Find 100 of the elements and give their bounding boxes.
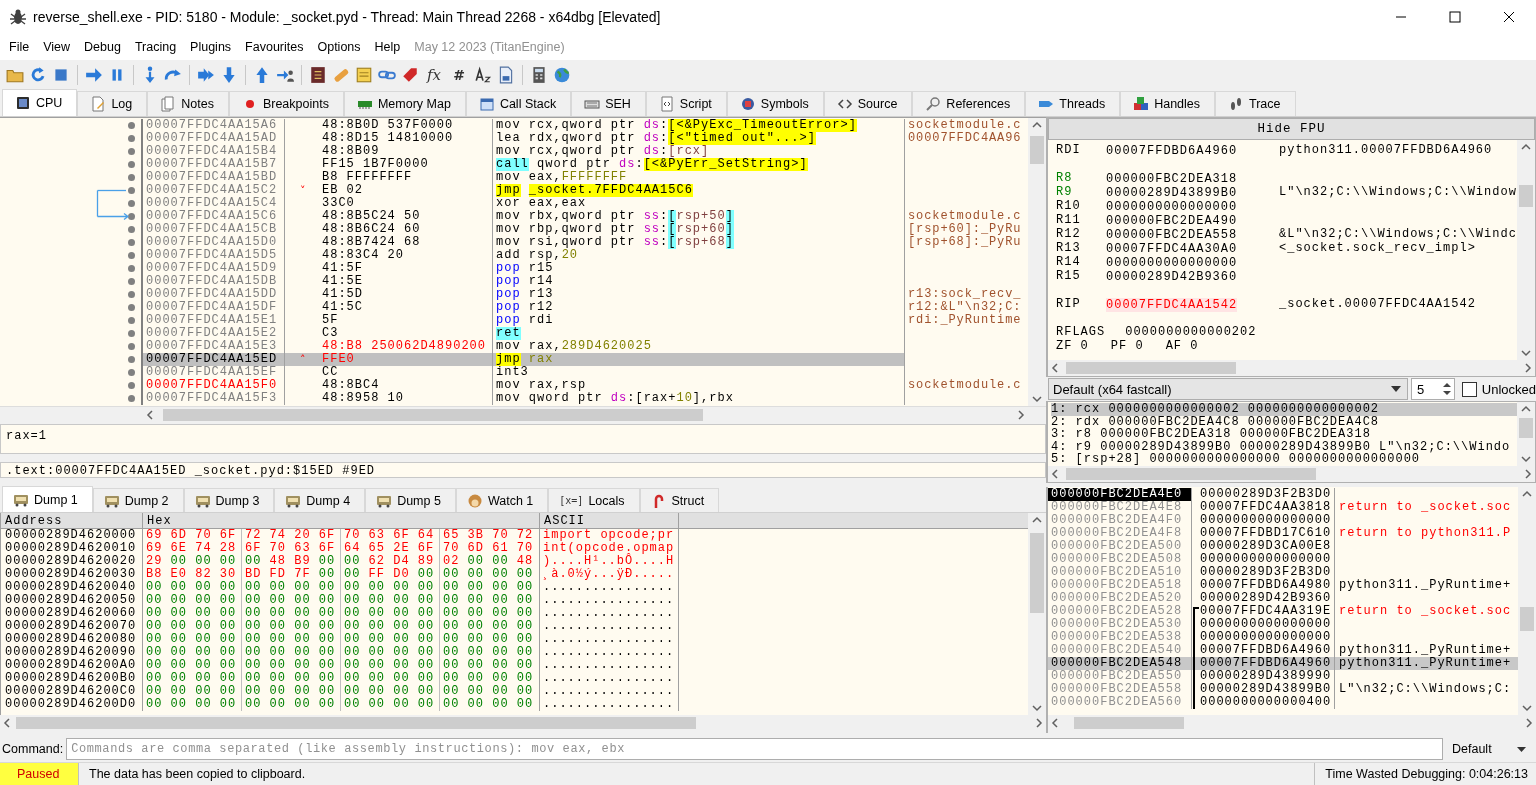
bytes-cell: 48:83C4 20 — [318, 249, 493, 262]
breakpoint-dot[interactable] — [128, 213, 135, 220]
argument-row[interactable]: 1: rcx 0000000000000002 0000000000000002 — [1051, 403, 1517, 416]
tab[interactable]: Breakpoints — [228, 91, 344, 116]
vertical-scrollbar[interactable] — [1517, 140, 1535, 360]
menu-item[interactable]: Options — [310, 40, 368, 54]
breakpoint-dot[interactable] — [128, 382, 135, 389]
tab[interactable]: SEH — [571, 91, 646, 116]
vertical-scrollbar[interactable] — [1028, 513, 1046, 715]
unlocked-checkbox[interactable] — [1461, 381, 1477, 397]
breakpoint-dot[interactable] — [128, 239, 135, 246]
scroll-thumb[interactable] — [1066, 362, 1236, 374]
breakpoint-dot[interactable] — [128, 291, 135, 298]
tab[interactable]: Handles — [1120, 91, 1216, 116]
address-cell: 000000FBC2DEA518 — [1048, 579, 1192, 592]
breakpoint-dot[interactable] — [128, 395, 135, 402]
tab[interactable]: CPU — [2, 89, 78, 116]
tab[interactable]: Dump 5 — [365, 488, 456, 512]
menu-item[interactable]: File — [2, 40, 37, 54]
breakpoint-dot[interactable] — [128, 226, 135, 233]
argument-count-field[interactable]: 5 — [1411, 378, 1455, 400]
function-tool[interactable]: fx — [424, 65, 444, 84]
tab[interactable]: Watch 1 — [455, 488, 549, 512]
address-cell: 00007FFDC4AA15B7 — [143, 158, 285, 171]
vertical-scrollbar[interactable] — [1028, 118, 1046, 406]
column-header[interactable]: ASCII — [540, 513, 679, 528]
register-name: R9 — [1056, 185, 1074, 199]
menu-item[interactable]: Help — [367, 40, 408, 54]
column-header[interactable]: Hex — [143, 513, 540, 528]
tab[interactable]: Dump 2 — [92, 488, 184, 512]
tab[interactable]: Source — [823, 91, 913, 116]
breakpoint-dot[interactable] — [128, 161, 135, 168]
breakpoint-dot[interactable] — [128, 304, 135, 311]
breakpoint-dot[interactable] — [128, 330, 135, 337]
breakpoint-dot[interactable] — [128, 252, 135, 259]
tab[interactable]: Memory Map — [343, 91, 466, 116]
scroll-thumb[interactable] — [16, 717, 696, 729]
breakpoint-dot[interactable] — [128, 135, 135, 142]
letter-size-icon[interactable] — [474, 65, 492, 84]
tab[interactable]: Log — [77, 91, 148, 116]
breakpoint-dot[interactable] — [128, 278, 135, 285]
instruction-cell: lea rdx,qword ptr ds:[<"timed out"...>] — [493, 132, 905, 145]
menu-item[interactable]: Tracing — [127, 40, 184, 54]
globe-icon[interactable] — [553, 65, 571, 84]
breakpoint-dot[interactable] — [128, 200, 135, 207]
vertical-scrollbar[interactable] — [1517, 402, 1535, 466]
tab[interactable]: Call Stack — [465, 91, 572, 116]
hash-tool[interactable]: # — [449, 66, 469, 83]
hex-bytes: 00 00 00 00 00 00 00 00 00 00 00 00 00 00 00 00 — [143, 594, 540, 607]
argument-row[interactable]: 3: r8 000000FBC2DEA318 000000FBC2DEA318 — [1051, 428, 1517, 441]
command-label: Command: — [2, 742, 64, 756]
tab[interactable]: Dump 4 — [274, 488, 366, 512]
scroll-thumb[interactable] — [1066, 468, 1316, 480]
tab[interactable]: References — [912, 91, 1026, 116]
breakpoint-dot[interactable] — [128, 356, 135, 363]
scroll-thumb[interactable] — [163, 409, 703, 421]
tab[interactable]: Script — [645, 91, 727, 116]
tag-icon[interactable] — [401, 65, 419, 84]
breakpoint-dot[interactable] — [128, 148, 135, 155]
convention-dropdown[interactable]: Default (x64 fastcall) — [1048, 378, 1409, 400]
menu-item[interactable]: Debug — [77, 40, 128, 54]
address-cell: 00007FFDC4AA15ED — [143, 353, 285, 366]
tab[interactable]: Dump 3 — [183, 488, 275, 512]
menu-item[interactable]: View — [36, 40, 78, 54]
calculator-icon[interactable] — [530, 65, 548, 84]
scroll-thumb[interactable] — [1030, 533, 1044, 613]
breakpoint-dot[interactable] — [128, 317, 135, 324]
restart-icon[interactable] — [29, 65, 47, 84]
tab[interactable]: Notes — [147, 91, 229, 116]
column-header[interactable]: Address — [1, 513, 143, 528]
menu-item[interactable]: Plugins — [183, 40, 239, 54]
breakpoint-dot[interactable] — [128, 174, 135, 181]
hide-fpu-button[interactable]: Hide FPU — [1048, 118, 1535, 140]
tab[interactable]: Struct — [639, 488, 720, 512]
tab[interactable]: Dump 1 — [2, 486, 93, 512]
argument-row[interactable]: 2: rdx 000000FBC2DEA4C8 000000FBC2DEA4C8 — [1051, 415, 1517, 429]
argument-row[interactable]: 5: [rsp+28] 0000000000000000 0000000000000000 — [1051, 453, 1517, 466]
tab[interactable]: [x=] Locals — [548, 488, 640, 512]
command-field[interactable]: Commands are comma separated (like assembly instructions): mov eax, ebx — [66, 738, 1443, 760]
bytes-cell: 33C0 — [318, 197, 493, 210]
argument-row[interactable]: 4: r9 00000289D43899B0 00000289D43899B0 L"\n32;C:\\Windo — [1051, 440, 1517, 454]
tab[interactable]: Symbols — [726, 91, 824, 116]
notepad-icon[interactable] — [355, 65, 373, 84]
breakpoint-dot[interactable] — [128, 343, 135, 350]
breakpoint-dot[interactable] — [128, 265, 135, 272]
scroll-thumb[interactable] — [1519, 185, 1533, 207]
breakpoint-dot[interactable] — [128, 187, 135, 194]
menu-item[interactable]: Favourites — [238, 40, 311, 54]
scroll-thumb[interactable] — [1074, 717, 1184, 729]
scroll-thumb[interactable] — [1519, 418, 1533, 438]
breakpoint-dot[interactable] — [128, 369, 135, 376]
document-icon[interactable] — [497, 65, 515, 84]
scroll-thumb[interactable] — [1030, 136, 1044, 164]
register-name: R12 — [1056, 227, 1082, 241]
tab[interactable]: Trace — [1215, 91, 1296, 116]
script-icon[interactable] — [309, 65, 327, 84]
tab[interactable]: Threads — [1025, 91, 1121, 116]
bytes-cell: 48:8B7424 68 — [318, 236, 493, 249]
breakpoint-dot[interactable] — [128, 122, 135, 129]
scroll-thumb[interactable] — [1520, 607, 1534, 631]
